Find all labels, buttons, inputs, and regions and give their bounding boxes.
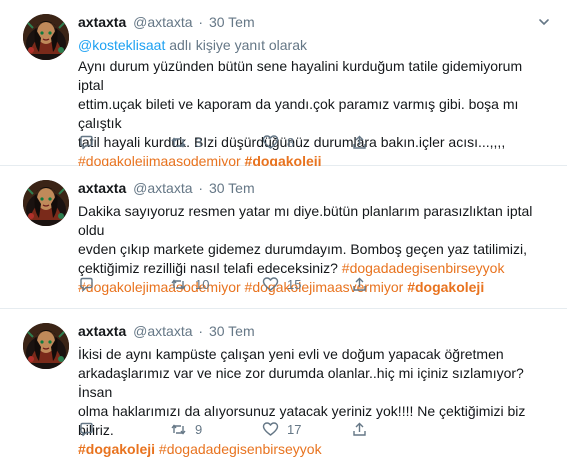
like-count: 17: [287, 422, 302, 437]
user-handle[interactable]: @axtaxta: [133, 180, 192, 196]
like-button[interactable]: 15: [262, 276, 301, 293]
tweet-text-line: İkisi de aynı kampüste çalışan yeni evli…: [78, 346, 504, 362]
share-button[interactable]: [351, 134, 368, 151]
reply-context-text: adlı kişiye yanıt olarak: [169, 37, 307, 53]
share-icon: [353, 277, 366, 291]
tweet-actions: 10 15: [78, 276, 378, 294]
reply-mention[interactable]: @kosteklisaat: [78, 37, 165, 53]
tweet-actions: 9 17: [78, 421, 378, 439]
tweet-text-line: arkadaşlarımız var ve nice zor durumda o…: [78, 365, 524, 400]
chevron-down-icon[interactable]: [537, 15, 551, 29]
tweet-text-line: Dakika sayıyoruz resmen yatar mı diye.bü…: [78, 203, 533, 238]
avatar[interactable]: [23, 14, 69, 60]
share-icon: [353, 135, 366, 149]
retweet-icon: [171, 137, 186, 148]
tweet-header: axtaxta @axtaxta · 30 Tem: [78, 14, 255, 30]
tweet-actions: 3 8: [78, 134, 378, 152]
retweet-count: 9: [195, 422, 203, 437]
tweet-header: axtaxta @axtaxta · 30 Tem: [78, 180, 255, 196]
display-name[interactable]: axtaxta: [78, 14, 126, 30]
tweet-text-line: evden çıkıp markete gidemez durumdayım. …: [78, 241, 527, 257]
display-name[interactable]: axtaxta: [78, 180, 126, 196]
like-icon: [262, 422, 279, 436]
like-icon: [262, 277, 279, 291]
tweet-feed: axtaxta @axtaxta · 30 Tem @kosteklisaat …: [0, 0, 567, 457]
tweet-text: çektiğimiz rezilliği nasıl telafi edecek…: [78, 260, 338, 276]
separator-dot: ·: [198, 14, 204, 30]
tweet[interactable]: axtaxta @axtaxta · 30 Tem Dakika sayıyor…: [0, 166, 567, 309]
reply-icon: [80, 277, 93, 292]
retweet-button[interactable]: 3: [170, 134, 202, 151]
reply-button[interactable]: [78, 276, 95, 293]
retweet-icon: [171, 424, 186, 435]
reply-context: @kosteklisaat adlı kişiye yanıt olarak: [78, 36, 548, 55]
tweet-text-line: ettim.uçak bileti ve kaporam da yandı.ço…: [78, 96, 519, 131]
tweet[interactable]: axtaxta @axtaxta · 30 Tem @kosteklisaat …: [0, 0, 567, 169]
retweet-button[interactable]: 9: [170, 421, 202, 438]
share-icon: [353, 422, 366, 436]
tweet-date[interactable]: 30 Tem: [209, 14, 255, 30]
reply-icon: [80, 422, 93, 437]
share-button[interactable]: [351, 276, 368, 293]
avatar[interactable]: [23, 180, 69, 226]
tweet-header: axtaxta @axtaxta · 30 Tem: [78, 323, 255, 339]
tweet-date[interactable]: 30 Tem: [209, 323, 255, 339]
hashtag-link[interactable]: #dogadadegisenbirseyyok: [159, 441, 322, 457]
reply-icon: [80, 135, 93, 150]
like-icon: [262, 135, 279, 149]
retweet-button[interactable]: 10: [170, 276, 209, 293]
hashtag-link[interactable]: #dogakoleji: [407, 279, 484, 295]
retweet-count: 10: [195, 277, 210, 292]
like-button[interactable]: 8: [262, 134, 294, 151]
reply-button[interactable]: [78, 421, 95, 438]
hashtag-link[interactable]: #dogakoleji: [78, 441, 155, 457]
separator-dot: ·: [198, 323, 204, 339]
tweet-text-line: Aynı durum yüzünden bütün sene hayalini …: [78, 58, 523, 93]
separator-dot: ·: [198, 180, 204, 196]
avatar[interactable]: [23, 323, 69, 369]
user-handle[interactable]: @axtaxta: [133, 323, 192, 339]
tweet[interactable]: axtaxta @axtaxta · 30 Tem İkisi de aynı …: [0, 309, 567, 457]
tweet-date[interactable]: 30 Tem: [209, 180, 255, 196]
like-count: 15: [287, 277, 302, 292]
display-name[interactable]: axtaxta: [78, 323, 126, 339]
retweet-icon: [171, 279, 186, 290]
user-handle[interactable]: @axtaxta: [133, 14, 192, 30]
tweet-body: İkisi de aynı kampüste çalışan yeni evli…: [78, 345, 548, 459]
share-button[interactable]: [351, 421, 368, 438]
like-button[interactable]: 17: [262, 421, 301, 438]
like-count: 8: [287, 135, 295, 150]
retweet-count: 3: [195, 135, 203, 150]
hashtag-line: #dogakoleji #dogadadegisenbirseyyok: [78, 440, 548, 459]
hashtag-link[interactable]: #dogadadegisenbirseyyok: [342, 260, 505, 276]
reply-button[interactable]: [78, 134, 95, 151]
